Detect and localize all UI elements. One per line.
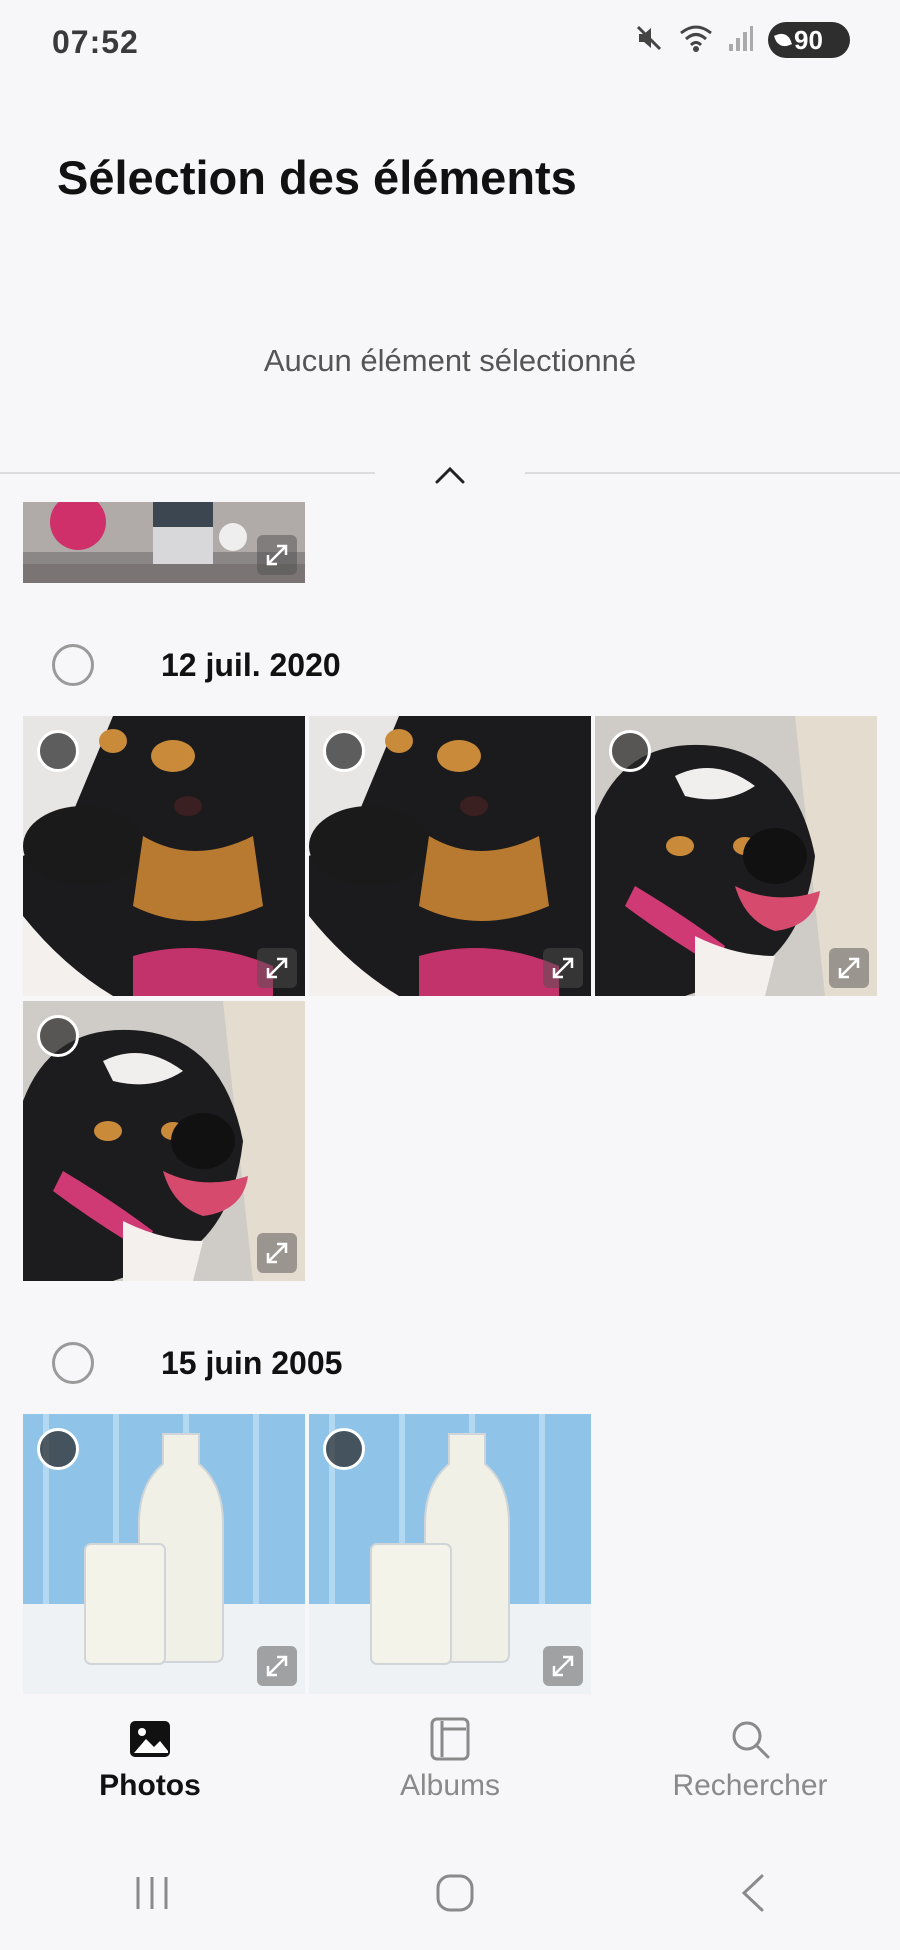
expand-icon[interactable]: [543, 948, 583, 988]
nav-tab-albums[interactable]: Albums: [300, 1695, 600, 1830]
panel-divider: [0, 460, 900, 484]
select-photo-checkbox[interactable]: [37, 1015, 79, 1057]
date-group-header: 12 juil. 2020: [0, 635, 900, 695]
albums-icon: [430, 1717, 470, 1761]
nav-label: Albums: [399, 1769, 501, 1802]
battery-level: 90: [794, 24, 823, 55]
date-group-header: 15 juin 2005: [0, 1333, 900, 1393]
photos-icon: [130, 1721, 170, 1757]
select-group-checkbox[interactable]: [52, 644, 94, 686]
back-icon[interactable]: [738, 1873, 768, 1918]
select-photo-checkbox[interactable]: [37, 1428, 79, 1470]
power-saving-icon: [774, 31, 792, 49]
nav-label: Photos: [99, 1769, 201, 1802]
date-label: 15 juin 2005: [161, 1344, 343, 1381]
expand-icon[interactable]: [257, 1646, 297, 1686]
photo-thumbnail[interactable]: [23, 716, 305, 996]
battery-indicator: 90: [768, 22, 850, 58]
photo-thumbnail[interactable]: [309, 1414, 591, 1694]
expand-icon[interactable]: [257, 1233, 297, 1273]
select-photo-checkbox[interactable]: [37, 730, 79, 772]
home-icon[interactable]: [435, 1873, 475, 1918]
expand-icon[interactable]: [543, 1646, 583, 1686]
mute-icon: [634, 23, 664, 58]
wifi-icon: [678, 23, 714, 58]
nav-tab-search[interactable]: Rechercher: [600, 1695, 900, 1830]
bottom-navigation: Photos Albums Rechercher: [0, 1695, 900, 1830]
chevron-up-icon: [435, 466, 465, 484]
expand-icon[interactable]: [829, 948, 869, 988]
status-bar: 07:52 90: [0, 0, 900, 90]
expand-icon[interactable]: [257, 948, 297, 988]
status-time: 07:52: [52, 24, 139, 60]
photo-thumbnail[interactable]: [309, 716, 591, 996]
select-photo-checkbox[interactable]: [609, 730, 651, 772]
select-group-checkbox[interactable]: [52, 1342, 94, 1384]
signal-icon: [728, 24, 754, 57]
photo-thumbnail[interactable]: [23, 502, 305, 583]
status-icons: 90: [634, 22, 850, 58]
select-photo-checkbox[interactable]: [323, 730, 365, 772]
photo-thumbnail[interactable]: [23, 1001, 305, 1281]
expand-icon[interactable]: [257, 535, 297, 575]
date-label: 12 juil. 2020: [161, 646, 341, 683]
system-navigation-bar: [0, 1840, 900, 1950]
page-title: Sélection des éléments: [57, 151, 577, 204]
photo-thumbnail[interactable]: [23, 1414, 305, 1694]
collapse-button[interactable]: [425, 460, 475, 490]
photo-thumbnail[interactable]: [595, 716, 877, 996]
search-icon: [732, 1721, 770, 1759]
recents-icon[interactable]: [132, 1875, 172, 1916]
select-photo-checkbox[interactable]: [323, 1428, 365, 1470]
nav-tab-photos[interactable]: Photos: [0, 1695, 300, 1830]
nav-label: Rechercher: [672, 1769, 828, 1802]
selection-status: Aucun élément sélectionné: [263, 343, 637, 378]
